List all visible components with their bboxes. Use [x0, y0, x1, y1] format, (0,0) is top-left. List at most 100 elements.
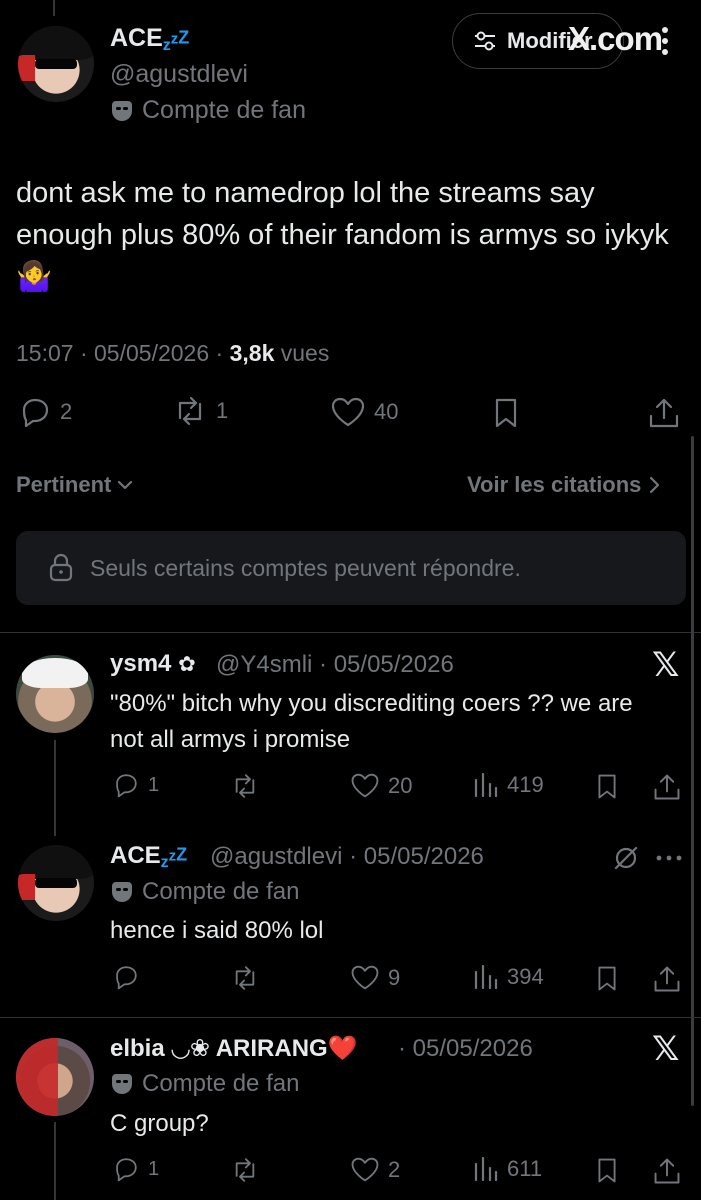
chevron-down-icon [118, 480, 133, 490]
repost-icon [178, 396, 202, 426]
reply-handle[interactable]: @Y4smli [216, 651, 312, 678]
heart-icon [331, 397, 365, 427]
like-count: 20 [388, 772, 413, 798]
like-button[interactable]: 20 [350, 772, 412, 799]
like-button[interactable]: 40 [330, 396, 398, 428]
avatar[interactable] [18, 26, 94, 102]
tweet-time[interactable]: 15:07 [16, 340, 74, 366]
quotes-label: Voir les citations [467, 472, 642, 497]
fan-account-label: Compte de fan [112, 878, 299, 906]
heart-icon [351, 773, 379, 798]
reply-date[interactable]: 05/05/2026 [334, 651, 454, 678]
reply-text: hence i said 80% lol [110, 917, 324, 944]
thread-line [54, 1122, 56, 1200]
fan-label-text: Compte de fan [142, 1070, 300, 1097]
reply-icon [116, 774, 137, 798]
repost-icon[interactable] [230, 1157, 260, 1183]
author-name-badge: zzZ [162, 27, 190, 54]
reply-count: 1 [148, 1157, 160, 1180]
reply-text: "80%" bitch why you discrediting coers ?… [110, 690, 633, 753]
avatar[interactable] [16, 655, 94, 733]
restriction-text: Seuls certains comptes peuvent répondre. [90, 554, 521, 581]
tweet-date[interactable]: 05/05/2026 [94, 340, 209, 366]
reply-count: 2 [60, 399, 73, 424]
reply-handle-date: @agustdlevi · 05/05/2026 [210, 843, 484, 870]
reply-icon [116, 1158, 137, 1182]
heart-icon [351, 1157, 379, 1182]
reply-author-name-text: ysm4 [110, 650, 172, 677]
share-icon[interactable] [647, 396, 681, 430]
reply-icon [22, 398, 49, 428]
view-quotes-link[interactable]: Voir les citations [467, 472, 661, 498]
share-icon[interactable] [652, 772, 682, 802]
more-options-icon[interactable] [656, 855, 682, 861]
reply-button[interactable]: 2 [18, 396, 72, 428]
author-name[interactable]: ACEzzZ [110, 24, 189, 55]
divider [0, 1017, 701, 1018]
reply-handle-date: @Y4smli · 05/05/2026 [216, 651, 454, 678]
avatar[interactable] [16, 1038, 94, 1116]
fan-account-label: Compte de fan [112, 1070, 299, 1098]
reply-author-name-text: ACE [110, 842, 161, 869]
fan-label-text: Compte de fan [142, 878, 300, 905]
fan-label-text: Compte de fan [142, 96, 306, 124]
x-logo-icon: 𝕏 [652, 646, 680, 684]
analytics-icon [474, 964, 498, 990]
divider [0, 632, 701, 633]
more-vertical-icon[interactable] [660, 26, 670, 56]
reply-date[interactable]: 05/05/2026 [413, 1035, 533, 1062]
like-button[interactable]: 9 [350, 964, 400, 991]
reply-author-name[interactable]: ysm4 ✿ [110, 650, 196, 678]
chevron-right-icon [650, 476, 660, 494]
fan-account-label: Compte de fan [112, 96, 306, 125]
avatar[interactable] [18, 845, 94, 921]
heart-icon [351, 965, 379, 990]
share-icon[interactable] [652, 1156, 682, 1186]
repost-icon[interactable] [230, 773, 260, 799]
sort-dropdown[interactable]: Pertinent [16, 472, 133, 498]
views-button[interactable]: 419 [473, 772, 544, 798]
bookmark-icon[interactable] [492, 397, 520, 429]
lock-icon [49, 553, 73, 582]
analytics-icon [474, 1156, 498, 1182]
repost-button[interactable]: 1 [172, 396, 228, 426]
like-button[interactable]: 2 [350, 1156, 400, 1183]
like-count: 40 [374, 399, 399, 424]
tweet-meta: 15:07 · 05/05/2026 · 3,8k vues [16, 340, 330, 366]
reply-author-badge: ✿ [178, 653, 196, 676]
reply-date[interactable]: 05/05/2026 [364, 843, 484, 870]
reply-button[interactable]: 1 [112, 772, 159, 798]
x-logo-icon: 𝕏 [652, 1030, 680, 1068]
reply-handle[interactable]: @agustdlevi [210, 843, 342, 870]
scrollbar[interactable] [691, 436, 694, 1106]
reply-text: C group? [110, 1110, 209, 1137]
views-button[interactable]: 394 [473, 964, 544, 990]
reply-author-badge: ◡❀ ARIRANG❤️ [171, 1035, 358, 1062]
xcom-watermark: X.com [568, 20, 663, 57]
thread-line [54, 740, 56, 836]
reply-icon[interactable] [112, 964, 140, 990]
repost-icon[interactable] [230, 965, 260, 991]
bookmark-icon[interactable] [595, 773, 619, 800]
reply-author-name-text: elbia [110, 1035, 165, 1062]
reply-author-name[interactable]: elbia ◡❀ ARIRANG❤️ [110, 1034, 358, 1063]
author-handle[interactable]: @agustdlevi [110, 60, 248, 89]
reply-author-name[interactable]: ACEzzZ [110, 842, 187, 872]
views-count: 419 [507, 772, 544, 797]
reply-button[interactable]: 1 [112, 1156, 159, 1182]
analytics-icon [474, 772, 498, 798]
grok-icon[interactable] [612, 844, 640, 872]
views-count: 611 [507, 1156, 543, 1181]
fan-mask-icon [112, 882, 132, 902]
like-count: 2 [388, 1156, 401, 1182]
reply-restriction-notice: Seuls certains comptes peuvent répondre. [16, 531, 686, 605]
fan-mask-icon [112, 1074, 132, 1094]
bookmark-icon[interactable] [595, 965, 619, 992]
share-icon[interactable] [652, 964, 682, 994]
reply-count: 1 [148, 773, 160, 796]
bookmark-icon[interactable] [595, 1157, 619, 1184]
reply-date-wrap: · 05/05/2026 [398, 1035, 533, 1062]
thread-line-top [53, 0, 55, 16]
views-button[interactable]: 611 [473, 1156, 542, 1182]
tweet-text: dont ask me to namedrop lol the streams … [16, 177, 669, 293]
